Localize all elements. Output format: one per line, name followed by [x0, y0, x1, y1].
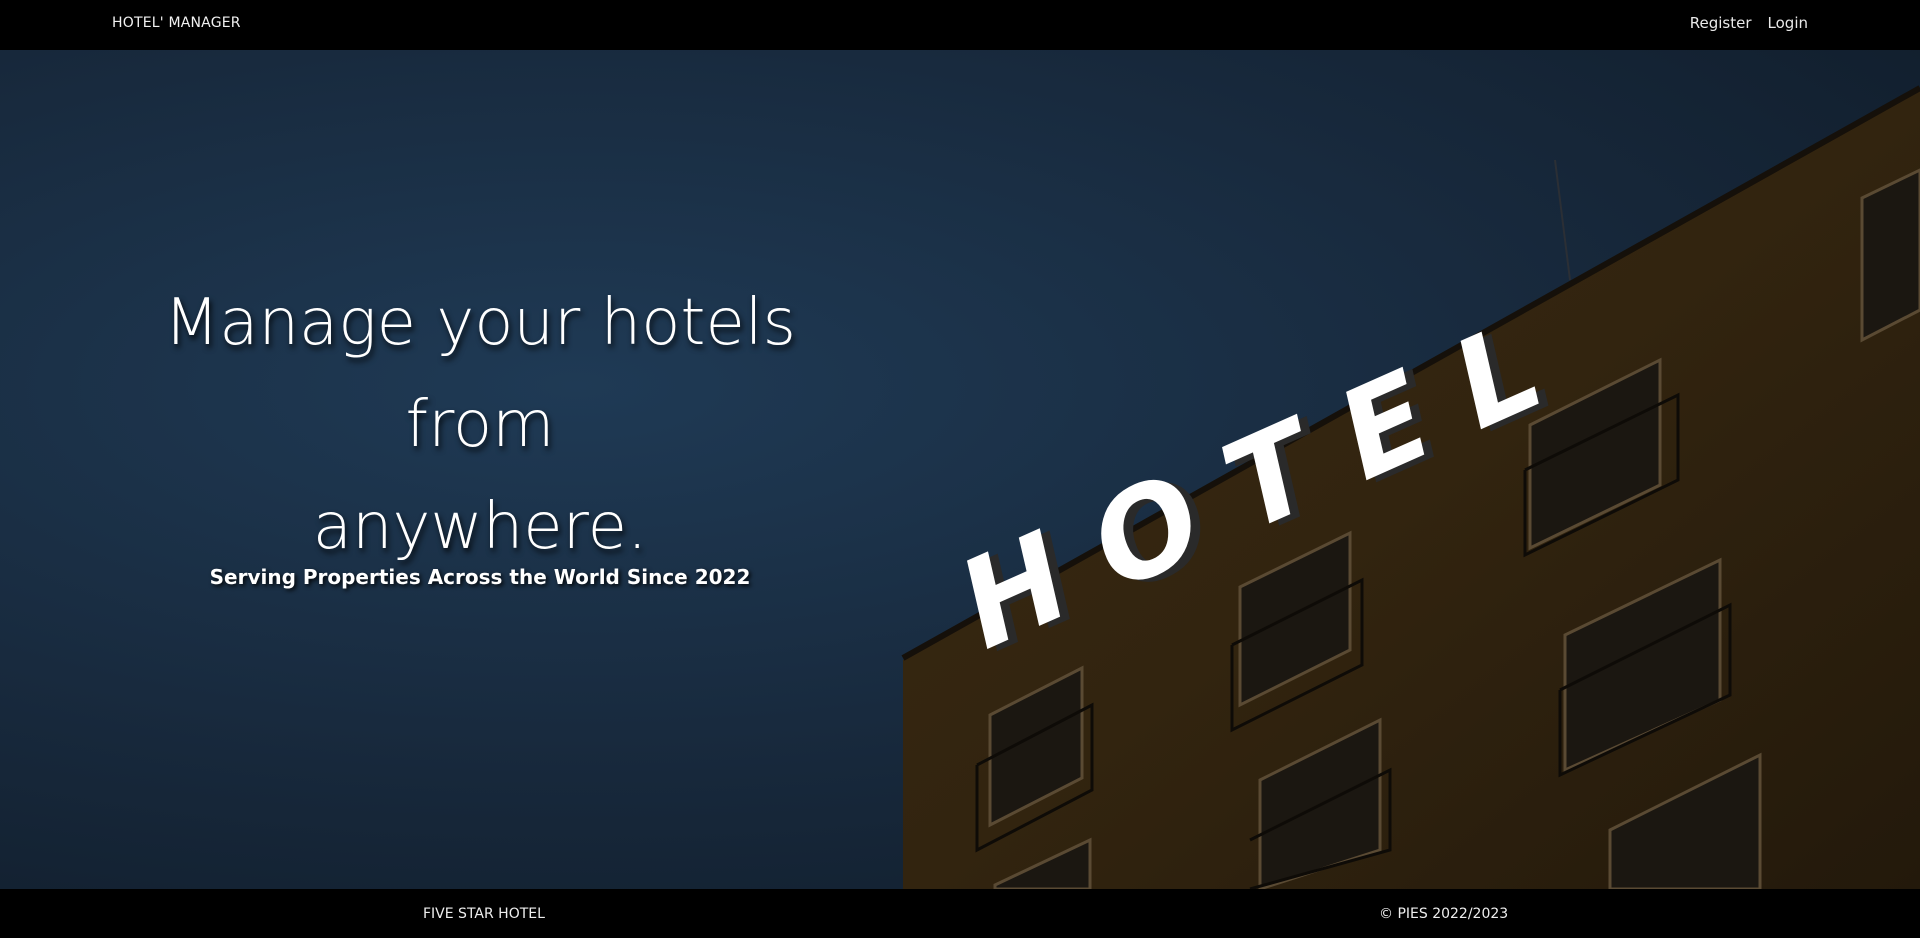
footer: FIVE STAR HOTEL © PIES 2022/2023: [0, 889, 1920, 938]
top-navbar: HOTEL' MANAGER Register Login: [0, 0, 1920, 50]
hero-subtitle: Serving Properties Across the World Sinc…: [209, 565, 751, 589]
hero-title-line2: anywhere.: [312, 490, 648, 564]
hero-section: HOTEL HOTEL Manage your hotels from anyw…: [0, 50, 1920, 889]
footer-copyright: © PIES 2022/2023: [1379, 906, 1509, 922]
login-link[interactable]: Login: [1768, 14, 1808, 32]
hero-title-line1: Manage your hotels from: [164, 286, 796, 462]
brand-link[interactable]: HOTEL' MANAGER: [112, 15, 241, 31]
register-link[interactable]: Register: [1690, 14, 1752, 32]
nav-links: Register Login: [1690, 14, 1808, 32]
hero-title: Manage your hotels from anywhere.: [105, 272, 855, 578]
footer-brand-text: FIVE STAR HOTEL: [423, 906, 545, 922]
